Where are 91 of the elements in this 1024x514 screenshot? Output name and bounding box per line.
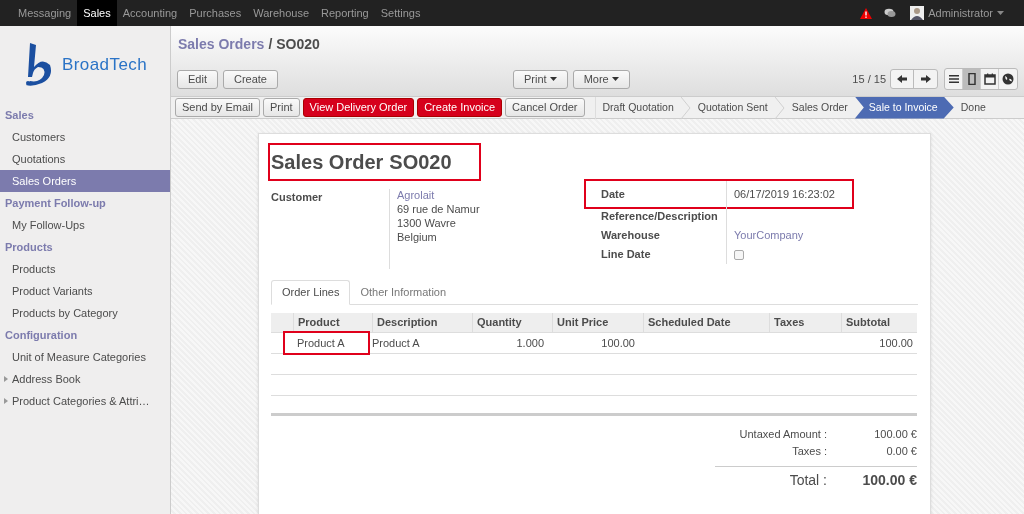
chat-icon[interactable] [884, 8, 897, 18]
menu-tab[interactable]: Warehouse [247, 0, 315, 26]
toolbar-button[interactable]: Create [222, 69, 278, 89]
table-cell-text: Product A [371, 335, 421, 351]
menu-tab[interactable]: Sales [77, 0, 117, 26]
total-value: 100.00 € [861, 471, 917, 490]
section-heading: Configuration [4, 327, 79, 343]
table-cell-text: 100.00 [878, 335, 914, 351]
total-label: Untaxed Amount : [738, 427, 827, 443]
view-button[interactable] [981, 69, 999, 89]
total-value: 0.00 € [885, 444, 917, 460]
menu-tab[interactable]: Reporting [315, 0, 375, 26]
field-label: Customer [271, 190, 324, 205]
section-heading: Sales [4, 107, 35, 123]
field-label: Date [601, 186, 626, 202]
column-header: Quantity [472, 313, 552, 332]
status-step[interactable]: Draft Quotation [595, 96, 681, 119]
total-label: Total : [788, 471, 827, 490]
menu-tab[interactable]: Messaging [12, 0, 78, 26]
table-cell-text: 1.000 [515, 335, 545, 351]
status-step[interactable]: Sale to Invoice [854, 96, 954, 119]
column-header: Scheduled Date [643, 313, 769, 332]
pager-text: 15 / 15 [852, 71, 886, 87]
caret-icon [611, 77, 619, 81]
column-header: Unit Price [552, 313, 643, 332]
form-tab[interactable]: Other Information [350, 280, 457, 304]
column-header: Taxes [769, 313, 841, 332]
sidebar-item[interactable]: Products by Category [0, 302, 170, 324]
form-title: Sales Order [271, 150, 384, 175]
address-line: Belgium [397, 231, 438, 243]
column-header: Description [372, 313, 472, 332]
action-button[interactable]: Send by Email [175, 98, 260, 117]
dropdown-button[interactable]: Print [513, 69, 568, 89]
form-tab[interactable]: Order Lines [271, 280, 351, 305]
left-arrow-icon [897, 75, 907, 83]
status-step[interactable]: Done [953, 96, 993, 119]
menu-tab[interactable]: Purchases [183, 0, 248, 26]
user-menu[interactable]: Administrator [928, 4, 993, 22]
menu-tab[interactable]: Accounting [116, 0, 184, 26]
sidebar-item[interactable]: Address Book [0, 368, 170, 390]
column-header: Subtotal [841, 313, 917, 332]
field-label: Warehouse [601, 228, 661, 244]
right-arrow-icon [920, 75, 931, 83]
action-button[interactable]: View Delivery Order [302, 98, 415, 117]
checkbox[interactable] [734, 249, 744, 260]
expand-caret-icon [4, 398, 8, 404]
action-button[interactable]: Cancel Order [505, 98, 585, 117]
sidebar-item[interactable]: Products [0, 258, 170, 280]
logo-text: BroadTech [62, 54, 148, 77]
toolbar-button[interactable]: Edit [177, 69, 218, 89]
warning-icon[interactable] [860, 7, 873, 19]
menu-tab[interactable]: Settings [374, 0, 427, 26]
field-label: Reference/Description [601, 209, 719, 225]
address-line: 69 rue de Namur [397, 203, 480, 215]
sidebar-item[interactable]: Sales Orders [0, 170, 170, 192]
breadcrumb-current: SO020 [276, 34, 320, 54]
sidebar-item[interactable]: Product Categories & Attri… [0, 390, 170, 412]
sidebar-item[interactable]: Unit of Measure Categories [0, 346, 170, 368]
dropdown-button[interactable]: More [572, 69, 630, 89]
form-icon [965, 73, 978, 85]
address-line: 1300 Wavre [397, 217, 457, 229]
column-header: Product [293, 313, 372, 332]
breadcrumb-link[interactable]: Sales Orders [178, 33, 265, 55]
customer-link[interactable]: Agrolait [397, 189, 480, 201]
section-heading: Payment Follow-up [4, 195, 107, 211]
logo-icon [24, 41, 54, 89]
breadcrumb-separator: / [268, 34, 273, 54]
sidebar-item[interactable]: My Follow-Ups [0, 214, 170, 236]
calendar-icon [983, 73, 996, 85]
list-icon [947, 73, 960, 85]
avatar-icon[interactable] [910, 6, 925, 20]
action-button[interactable]: Print [262, 98, 300, 117]
table-cell: Product A [285, 333, 368, 353]
field-value: 06/17/2019 16:23:02 [734, 186, 835, 202]
caret-icon [997, 11, 1004, 15]
view-button[interactable] [963, 69, 981, 89]
sidebar-item[interactable]: Customers [0, 126, 170, 148]
status-step[interactable]: Sales Order [784, 96, 855, 119]
field-link[interactable]: YourCompany [734, 227, 804, 244]
total-value: 100.00 € [873, 427, 917, 443]
section-heading: Products [4, 239, 54, 255]
action-button[interactable]: Create Invoice [417, 98, 503, 117]
sidebar-item[interactable]: Quotations [0, 148, 170, 170]
expand-caret-icon [4, 376, 8, 382]
total-label: Taxes : [791, 444, 827, 460]
caret-icon [549, 77, 557, 81]
field-label: Line Date [601, 247, 652, 263]
table-cell-text: 100.00 [600, 335, 636, 351]
order-number: SO020 [389, 150, 452, 175]
sidebar-item[interactable]: Product Variants [0, 280, 170, 302]
status-step[interactable]: Quotation Sent [690, 96, 775, 119]
